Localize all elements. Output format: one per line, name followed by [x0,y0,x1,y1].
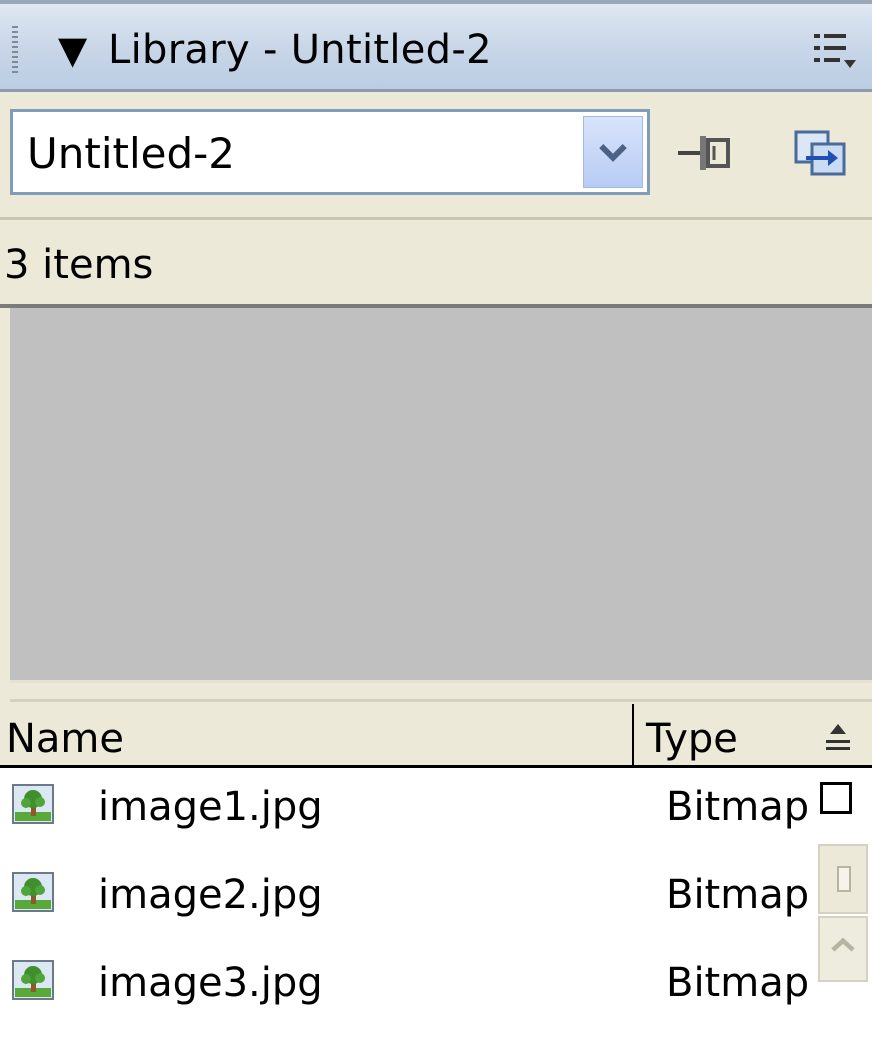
preview-splitter[interactable] [10,680,872,702]
document-select[interactable]: Untitled-2 [10,109,650,195]
drag-grip[interactable] [12,26,18,74]
vertical-scrollbar[interactable] [816,768,872,1038]
options-menu-icon[interactable] [808,26,860,76]
item-type: Bitmap [666,960,810,1006]
pin-library-icon[interactable] [676,126,732,180]
collapse-triangle-icon[interactable]: ▼ [58,26,87,74]
list-item[interactable]: image1.jpg Bitmap [0,768,812,856]
thumb-grip [837,866,851,892]
symbol-preview-area [10,308,872,680]
new-library-panel-icon[interactable] [792,126,848,180]
expand-toggle[interactable] [820,782,852,814]
library-item-list: Name Type image1.jpg Bitmap image2.jpg B… [0,702,872,1038]
item-name: image2.jpg [98,872,323,918]
list-item[interactable]: image2.jpg Bitmap [0,856,812,944]
chevron-up-icon [831,937,855,952]
library-toolbar: Untitled-2 [0,92,872,220]
list-item[interactable]: image3.jpg Bitmap [0,944,812,1032]
item-type: Bitmap [666,872,810,918]
bitmap-icon [12,872,54,912]
scrollbar-thumb[interactable] [818,844,868,914]
scroll-up-button[interactable] [818,916,868,982]
panel-title: Library - Untitled-2 [108,27,492,73]
column-header-name[interactable]: Name [6,716,124,762]
item-type: Bitmap [666,784,810,830]
item-count: 3 items [4,242,154,288]
column-divider[interactable] [632,704,634,768]
dropdown-button[interactable] [583,116,643,188]
item-name: image1.jpg [98,784,323,830]
chevron-down-icon [599,144,627,162]
bitmap-icon [12,960,54,1000]
document-select-value: Untitled-2 [27,129,236,178]
library-status-bar: 3 items [0,220,872,308]
column-header-type[interactable]: Type [646,716,738,762]
library-panel-titlebar[interactable]: ▼ Library - Untitled-2 [0,0,872,92]
list-header: Name Type [0,702,872,768]
sort-order-icon[interactable] [816,716,860,760]
bitmap-icon [12,784,54,824]
item-name: image3.jpg [98,960,323,1006]
